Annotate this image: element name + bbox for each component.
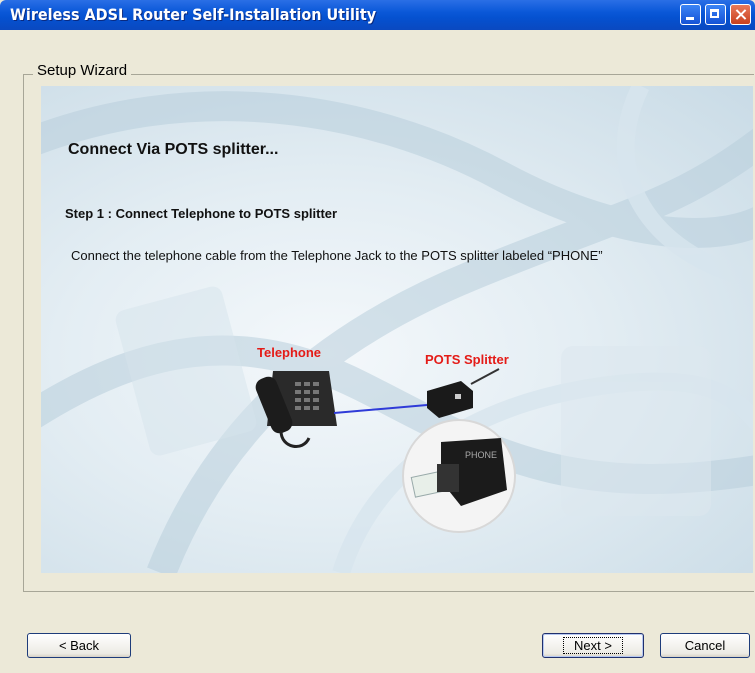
- window-title: Wireless ADSL Router Self-Installation U…: [10, 5, 377, 24]
- pots-splitter-icon: [427, 368, 500, 418]
- telephone-cable: [333, 404, 428, 414]
- cancel-button[interactable]: Cancel: [660, 633, 750, 658]
- maximize-icon[interactable]: [705, 4, 726, 25]
- group-label: Setup Wizard: [33, 62, 132, 79]
- title-bar[interactable]: Wireless ADSL Router Self-Installation U…: [0, 0, 755, 30]
- connection-diagram: PHONE: [255, 368, 516, 533]
- telephone-icon: [255, 371, 337, 448]
- close-icon[interactable]: [730, 4, 751, 25]
- wizard-content-panel: Connect Via POTS splitter... Step 1 : Co…: [41, 86, 753, 573]
- next-button-label: Next >: [563, 637, 623, 654]
- next-button[interactable]: Next >: [542, 633, 644, 658]
- back-button[interactable]: < Back: [27, 633, 131, 658]
- minimize-icon[interactable]: [680, 4, 701, 25]
- phone-port-closeup: PHONE: [402, 419, 516, 533]
- svg-text:PHONE: PHONE: [465, 450, 497, 460]
